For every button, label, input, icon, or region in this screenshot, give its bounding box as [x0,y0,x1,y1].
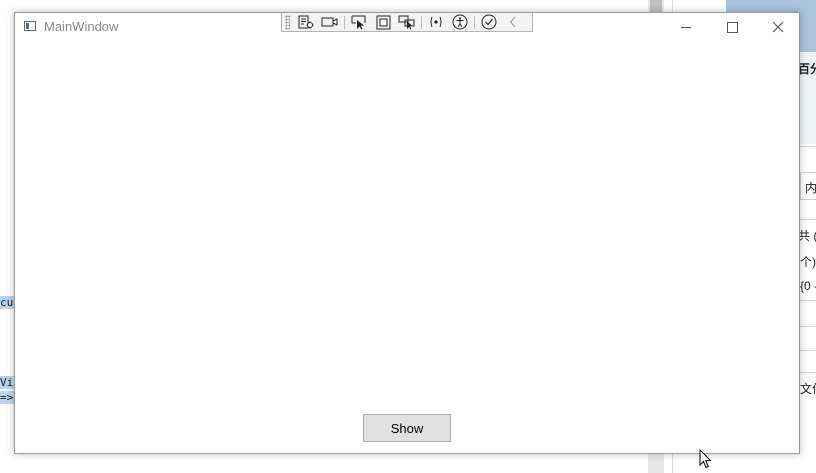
code-snippet: => [0,391,14,404]
background-separator [800,326,816,327]
code-snippet: cul [0,296,20,309]
window-title: MainWindow [44,19,119,34]
binding-failures-icon [430,16,442,28]
background-separator [800,146,816,147]
background-text: 内 [805,181,816,195]
live-visual-tree-button[interactable] [294,14,318,31]
track-focus-icon [321,17,338,27]
accessibility-check-button[interactable] [477,14,501,31]
background-separator [800,300,816,301]
accessibility-icon [452,14,468,30]
mouse-cursor-icon [699,449,712,469]
chevron-left-icon [509,16,516,28]
xaml-debug-toolbar [281,13,533,32]
show-button[interactable]: Show [363,414,451,442]
select-element-icon [351,15,366,29]
app-window-icon [24,21,36,31]
display-adorners-icon [376,15,390,29]
close-icon [772,21,784,33]
hot-reload-icon [398,15,415,29]
binding-failures-button[interactable] [424,14,448,31]
accessibility-check-icon [481,14,497,30]
toolbar-separator [421,15,422,29]
background-separator [800,350,816,351]
select-element-button[interactable] [347,14,371,31]
live-visual-tree-icon [298,15,314,28]
toolbar-separator [344,15,345,29]
maximize-icon [726,21,738,33]
minimize-icon [681,26,691,28]
accessibility-button[interactable] [448,14,472,31]
track-focus-button[interactable] [318,14,342,31]
toolbar-grip[interactable] [285,14,290,30]
background-separator [800,219,816,220]
background-text: 百分 [798,62,816,76]
collapse-toolbar-button[interactable] [501,14,525,31]
background-text: {0 - [800,279,816,293]
hot-reload-button[interactable] [395,14,419,31]
minimize-button[interactable] [663,13,709,41]
background-text: 文件 [800,382,816,396]
maximize-button[interactable] [709,13,755,41]
background-separator [800,372,816,373]
background-text: 共 ( [798,229,816,243]
main-window: MainWindow Show [14,12,800,454]
close-button[interactable] [755,13,801,41]
toolbar-separator [474,15,475,29]
code-snippet: Vie [0,376,20,389]
background-text: 个) [800,255,816,269]
display-adorners-button[interactable] [371,14,395,31]
